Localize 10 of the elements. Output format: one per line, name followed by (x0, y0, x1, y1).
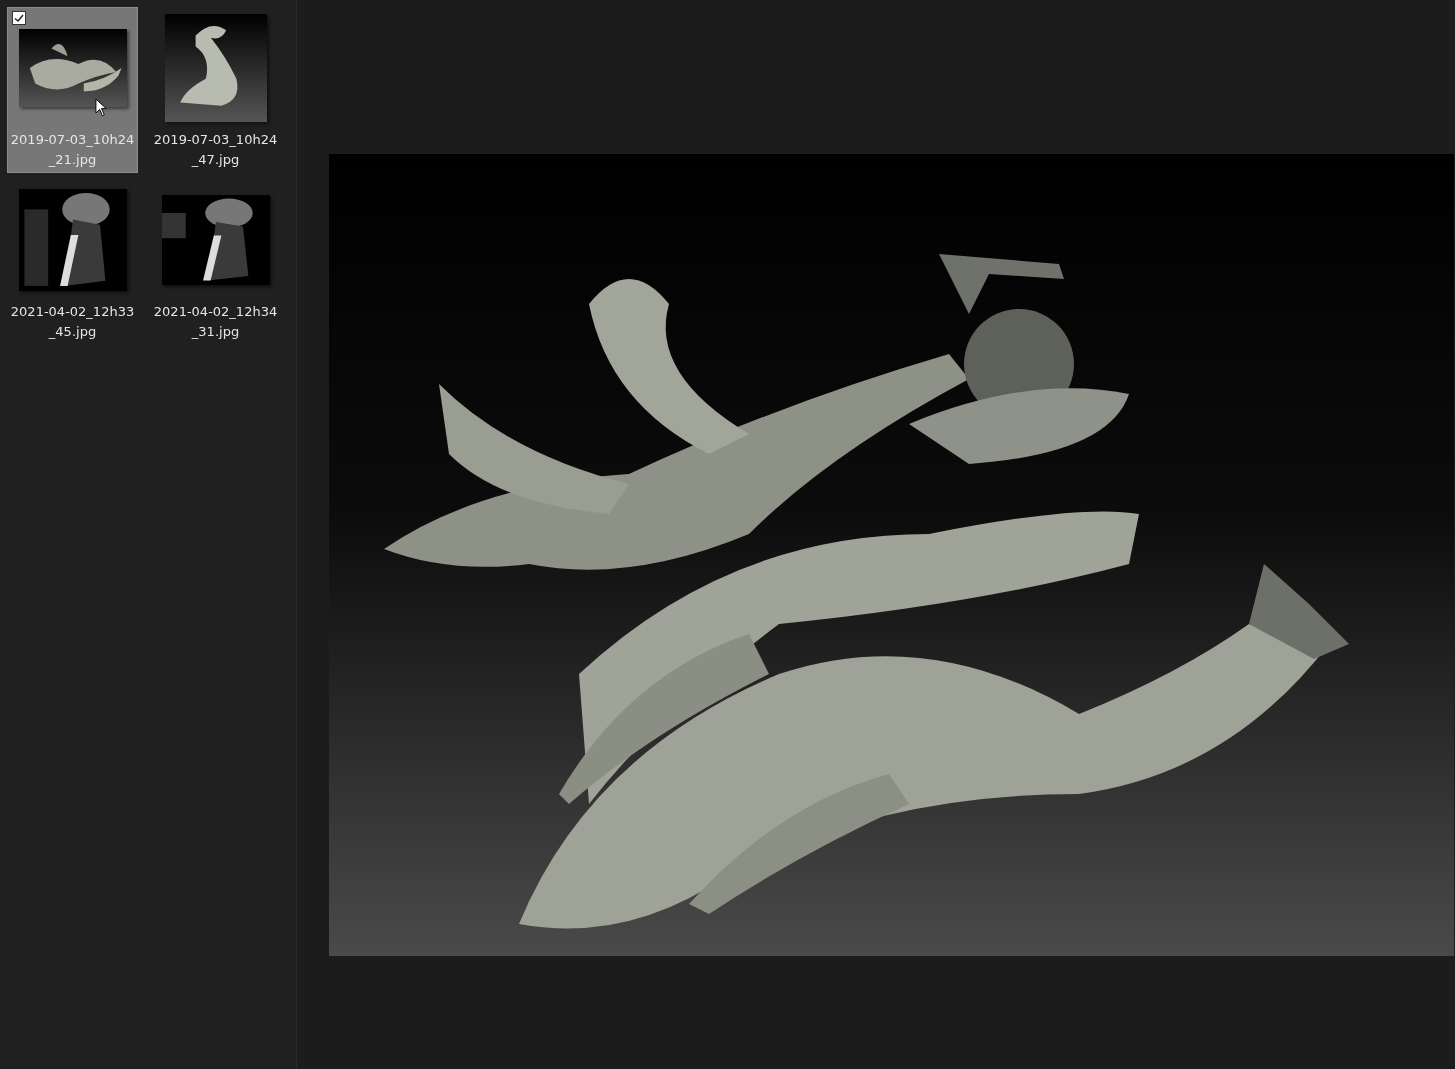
cursor-icon (94, 98, 108, 117)
file-name: 2019-07-03_10h24_47.jpg (153, 131, 278, 169)
file-tile[interactable]: 2019-07-03_10h24_47.jpg (150, 7, 281, 173)
file-tile[interactable]: 2021-04-02_12h34_31.jpg (150, 179, 281, 345)
checkbox[interactable] (12, 11, 26, 25)
file-tile[interactable]: 2019-07-03_10h24_21.jpg (7, 7, 138, 173)
file-name: 2021-04-02_12h34_31.jpg (153, 303, 278, 341)
file-tile[interactable]: 2021-04-02_12h33_45.jpg (7, 179, 138, 345)
file-name: 2019-07-03_10h24_21.jpg (10, 131, 135, 169)
file-name: 2021-04-02_12h33_45.jpg (10, 303, 135, 341)
